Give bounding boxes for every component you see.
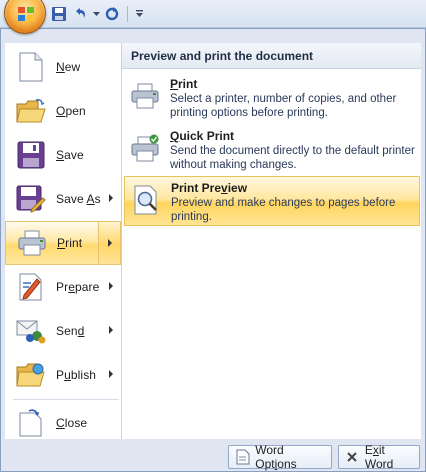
menu-item-open[interactable]: Open [5, 89, 121, 133]
submenu-arrow-icon [109, 326, 113, 334]
submenu-item-title: Quick Print [170, 129, 235, 143]
menu-item-save-as[interactable]: Save As [5, 177, 121, 221]
submenu-item-print-preview[interactable]: Print Preview Preview and make changes t… [124, 176, 420, 226]
exit-word-label: Exit Word [364, 443, 394, 471]
send-icon [15, 315, 47, 347]
menu-item-label: Save [56, 148, 84, 162]
new-document-icon [15, 51, 47, 83]
redo-icon[interactable] [103, 5, 121, 23]
exit-word-button[interactable]: Exit Word [338, 443, 420, 471]
print-submenu-panel: Preview and print the document Print Sel… [121, 43, 421, 439]
word-options-label: Word Options [255, 443, 297, 471]
save-disk-icon [15, 139, 47, 171]
menu-item-publish[interactable]: Publish [5, 353, 121, 397]
submenu-item-description: Send the document directly to the defaul… [170, 145, 415, 171]
toolbar-separator [127, 6, 128, 22]
open-folder-icon [15, 95, 47, 127]
submenu-item-title: Print Preview [171, 181, 248, 195]
office-menu-left-column: New Open Save Save As Print Prepare Send… [5, 43, 121, 439]
submenu-arrow-icon [108, 239, 112, 247]
print-preview-icon [129, 183, 163, 217]
printer-icon [16, 227, 48, 259]
menu-item-label: Save As [56, 192, 101, 206]
customize-qat-icon[interactable] [134, 5, 144, 23]
prepare-icon [15, 271, 47, 303]
office-menu: New Open Save Save As Print Prepare Send… [0, 28, 426, 472]
submenu-arrow-icon [109, 194, 113, 202]
submenu-header: Preview and print the document [122, 43, 421, 69]
save-icon[interactable] [50, 5, 68, 23]
submenu-item-description: Preview and make changes to pages before… [171, 197, 396, 223]
menu-item-label: Print [57, 236, 83, 250]
menu-item-label: New [56, 60, 81, 74]
printer-icon [128, 79, 162, 113]
menu-item-new[interactable]: New [5, 45, 121, 89]
quick-print-icon [128, 131, 162, 165]
office-logo-icon [18, 7, 34, 21]
publish-icon [15, 359, 47, 391]
menu-item-save[interactable]: Save [5, 133, 121, 177]
menu-item-prepare[interactable]: Prepare [5, 265, 121, 309]
menu-item-label: Send [56, 324, 85, 338]
submenu-item-description: Select a printer, number of copies, and … [170, 93, 397, 119]
menu-item-label: Publish [56, 368, 97, 382]
undo-icon[interactable] [71, 5, 89, 23]
menu-item-send[interactable]: Send [5, 309, 121, 353]
document-options-icon [235, 449, 250, 465]
menu-item-label: Prepare [56, 280, 100, 294]
menu-item-label: Open [56, 104, 86, 118]
close-icon [345, 449, 360, 465]
menu-item-close[interactable]: Close [5, 401, 121, 445]
menu-item-print[interactable]: Print [5, 221, 121, 265]
submenu-item-print[interactable]: Print Select a printer, number of copies… [124, 73, 420, 123]
submenu-arrow-icon [109, 370, 113, 378]
submenu-item-title: Print [170, 77, 198, 91]
submenu-arrow-icon [109, 282, 113, 290]
submenu-item-quick-print[interactable]: Quick Print Send the document directly t… [124, 125, 420, 175]
word-options-button[interactable]: Word Options [228, 443, 332, 471]
quick-access-toolbar [0, 0, 426, 34]
save-as-icon [15, 183, 47, 215]
menu-item-label: Close [56, 416, 88, 430]
undo-dropdown-icon[interactable] [92, 5, 100, 23]
menu-separator [13, 399, 119, 400]
close-folder-icon [15, 407, 47, 439]
